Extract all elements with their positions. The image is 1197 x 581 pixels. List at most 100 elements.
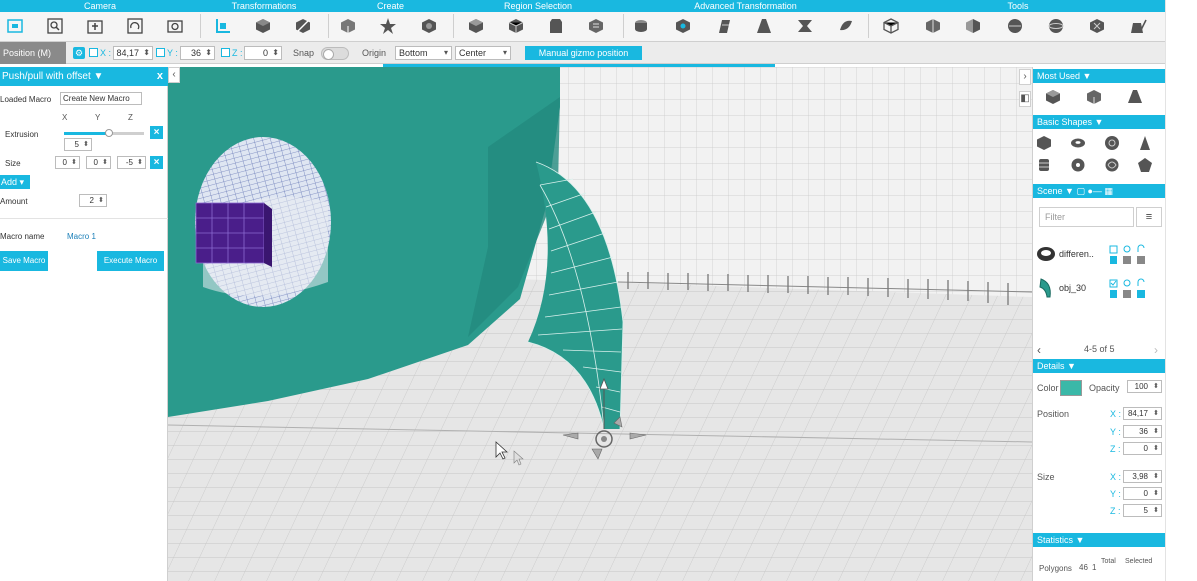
macro-name-value[interactable]: Macro 1 [67,232,96,241]
camera-screenshot-icon[interactable] [164,15,186,37]
extrusion-slider[interactable] [64,129,144,137]
sphere-tool-icon[interactable] [1045,15,1067,37]
warp-icon[interactable] [835,15,857,37]
add-button[interactable]: Add ▾ [0,175,30,189]
amount-input[interactable]: 2 [79,194,107,207]
extrusion-clear-button[interactable]: × [150,126,163,139]
object-color-swatch[interactable] [1060,380,1082,396]
polygons-label: Polygons [1039,564,1072,573]
loaded-macro-select[interactable]: Create New Macro [60,92,142,105]
details-header[interactable]: Details ▼ [1033,359,1166,373]
basic-shapes-header[interactable]: Basic Shapes ▼ [1033,115,1166,129]
scale-tool-icon[interactable] [292,15,314,37]
extrusion-slider-thumb[interactable] [104,129,113,137]
most-used-box-icon[interactable] [1044,88,1062,106]
group-advanced-transformation-label: Advanced Transformation [694,1,797,11]
position-x-input[interactable]: 84,17 [1123,407,1162,420]
size-y-input[interactable]: 0 [86,156,111,169]
shape-polyhedron-icon[interactable] [1136,156,1154,174]
z-lock-checkbox[interactable] [221,48,230,57]
collapse-arrow-icon[interactable]: ▼ [94,71,104,82]
shape-gear-icon[interactable] [1069,156,1087,174]
view-mode-icon[interactable]: ◧ [1019,91,1031,107]
scene-item-difference[interactable]: differen.. [1033,240,1166,268]
push-pull-icon[interactable] [672,15,694,37]
shape-cylinder-icon[interactable] [1035,156,1053,174]
repair-tool-icon[interactable] [1086,15,1108,37]
smooth-tool-icon[interactable] [1004,15,1026,37]
inspector-tool-icon[interactable] [1127,15,1149,37]
position-mode-label: Position (M) [0,42,66,64]
shape-cube-icon[interactable] [1035,134,1053,152]
create-shape-icon[interactable] [418,15,440,37]
z-input[interactable]: 0 [244,46,282,60]
bend-icon[interactable] [794,15,816,37]
boolean-tool-icon[interactable] [880,15,902,37]
move-tool-icon[interactable] [212,15,234,37]
snap-toggle[interactable] [321,47,349,60]
x-input[interactable]: 84,17 [113,46,153,60]
axis-y-header: Y [95,113,101,122]
scene-filter-input[interactable]: Filter [1039,207,1134,227]
scene-item-obj30[interactable]: obj_30 [1033,274,1166,302]
mirror-tool-icon[interactable] [962,15,984,37]
create-box-icon[interactable] [337,15,359,37]
execute-macro-button[interactable]: Execute Macro [97,251,164,271]
scene-canvas[interactable] [168,67,1032,581]
manual-gizmo-position-button[interactable]: Manual gizmo position [525,46,642,60]
y-lock-checkbox[interactable] [156,48,165,57]
previous-page-icon[interactable]: ‹ [1037,343,1041,357]
size-x-input[interactable]: 3,98 [1123,470,1162,483]
scene-header[interactable]: Scene ▼ ▢ ●— ▦ [1033,184,1166,198]
most-used-cube-icon[interactable] [1085,88,1103,106]
camera-zoom-icon[interactable] [44,15,66,37]
shape-knot-icon[interactable] [1103,156,1121,174]
purple-cubes [195,202,272,267]
create-star-icon[interactable] [377,15,399,37]
save-macro-button[interactable]: Save Macro [0,251,48,271]
origin-vertical-select[interactable]: Bottom [395,46,452,60]
collapse-left-panel-icon[interactable]: ‹ [168,67,180,83]
statistics-header[interactable]: Statistics ▼ [1033,533,1166,547]
settings-icon[interactable]: ⚙ [73,47,85,59]
split-tool-icon[interactable] [922,15,944,37]
size-z-input[interactable]: -5 [117,156,146,169]
camera-orbit-icon[interactable] [124,15,146,37]
opacity-input[interactable]: 100 [1127,380,1162,393]
panel-header[interactable]: Push/pull with offset ▼ x [0,67,168,86]
select-faces-icon[interactable] [465,15,487,37]
position-z-input[interactable]: 0 [1123,442,1162,455]
size-clear-button[interactable]: × [150,156,163,169]
stat-selected-header: Selected [1125,558,1153,565]
shape-torus-icon[interactable] [1069,134,1087,152]
shape-cone-icon[interactable] [1136,134,1154,152]
twist-icon[interactable] [713,15,735,37]
camera-reset-icon[interactable] [4,15,26,37]
shape-sphere-icon[interactable] [1103,134,1121,152]
select-all-icon[interactable] [585,15,607,37]
most-used-header[interactable]: Most Used ▼ [1033,69,1166,83]
origin-horizontal-select[interactable]: Center [455,46,511,60]
next-page-icon[interactable]: › [1154,343,1158,357]
size-x-input[interactable]: 0 [55,156,80,169]
origin-label: Origin [362,48,387,58]
rotate-tool-icon[interactable] [252,15,274,37]
y-input[interactable]: 36 [180,46,215,60]
x-lock-checkbox[interactable] [89,48,98,57]
scene-item-visibility-icons[interactable] [1108,278,1160,300]
most-used-cone-icon[interactable] [1126,88,1144,106]
position-y-input[interactable]: 36 [1123,425,1162,438]
select-edges-icon[interactable] [505,15,527,37]
camera-pan-icon[interactable] [84,15,106,37]
3d-viewport[interactable]: ‹ › ◧ [168,67,1032,581]
extrusion-input[interactable]: 5 [64,138,92,151]
select-region-icon[interactable] [545,15,567,37]
scene-item-visibility-icons[interactable] [1108,244,1160,266]
size-z-input[interactable]: 5 [1123,504,1162,517]
close-icon[interactable]: x [157,67,163,86]
taper-icon[interactable] [753,15,775,37]
filter-icon[interactable]: ≡ [1136,207,1162,227]
collapse-right-panel-icon[interactable]: › [1019,69,1031,85]
extrude-icon[interactable] [630,15,652,37]
size-y-input[interactable]: 0 [1123,487,1162,500]
